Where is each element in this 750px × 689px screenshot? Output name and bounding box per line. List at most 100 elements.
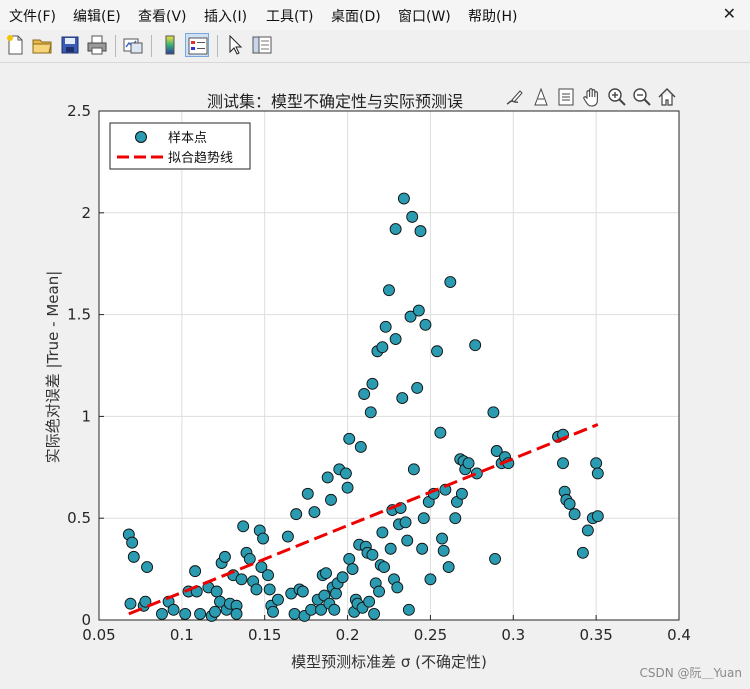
data-point (296, 585, 309, 598)
data-point (250, 583, 263, 596)
data-point (363, 595, 376, 608)
data-point (414, 225, 427, 238)
data-point (288, 607, 301, 620)
data-point (156, 607, 168, 620)
data-point (320, 567, 332, 580)
data-tip-icon[interactable] (530, 86, 552, 108)
data-point (343, 432, 356, 445)
data-point (341, 481, 354, 494)
data-point (396, 392, 409, 405)
home-icon[interactable] (656, 86, 678, 108)
legend-label-trend: 拟合趋势线 (168, 150, 233, 166)
data-point (366, 548, 379, 561)
data-point (568, 508, 581, 521)
data-point (412, 304, 425, 317)
data-point (378, 561, 390, 574)
data-point (455, 487, 468, 500)
data-point (462, 457, 475, 470)
zoom-in-icon[interactable] (606, 86, 628, 108)
data-point (373, 585, 386, 598)
data-point (189, 565, 202, 578)
data-point (305, 603, 318, 616)
data-point (364, 406, 377, 419)
data-point (301, 487, 314, 500)
data-point (179, 607, 192, 620)
y-tick-label: 0 (81, 611, 91, 629)
data-point (263, 583, 276, 596)
data-point (411, 381, 424, 394)
data-point (209, 605, 221, 618)
data-point (124, 597, 137, 610)
data-point (194, 607, 207, 620)
data-point (376, 526, 389, 539)
data-point (383, 284, 395, 297)
data-point (442, 561, 455, 574)
data-point (591, 510, 604, 523)
data-point (391, 581, 404, 594)
data-point (230, 607, 243, 620)
data-point (581, 524, 594, 537)
data-point (210, 585, 223, 598)
data-point (397, 192, 410, 205)
data-point (167, 603, 180, 616)
data-point (416, 542, 429, 555)
data-point (330, 587, 342, 600)
data-point (218, 550, 231, 563)
data-point (419, 318, 432, 331)
data-point (339, 467, 352, 480)
y-tick-label: 1.5 (67, 306, 91, 324)
x-tick-label: 0.3 (501, 626, 525, 644)
y-tick-label: 0.5 (67, 509, 91, 527)
x-tick-label: 0.2 (336, 626, 360, 644)
data-point (376, 341, 389, 354)
zoom-out-icon[interactable] (631, 86, 653, 108)
data-point (487, 406, 500, 419)
data-point (321, 471, 334, 484)
data-point (343, 552, 356, 565)
data-point (141, 561, 154, 574)
data-point (576, 546, 589, 559)
x-tick-label: 0.15 (248, 626, 281, 644)
data-point (127, 550, 140, 563)
data-point (449, 512, 462, 525)
data-point (243, 552, 256, 565)
x-tick-label: 0.1 (170, 626, 194, 644)
export-icon[interactable] (555, 86, 577, 108)
x-tick-label: 0.35 (579, 626, 612, 644)
data-point (489, 552, 502, 565)
data-point (389, 333, 402, 345)
data-point (384, 542, 397, 555)
data-point (237, 520, 250, 533)
data-point (257, 532, 270, 545)
data-point (407, 463, 420, 476)
data-point (325, 493, 337, 506)
data-point (557, 457, 569, 470)
data-point (591, 467, 604, 480)
pan-hand-icon[interactable] (581, 86, 603, 108)
data-point (402, 603, 415, 616)
data-point (346, 563, 359, 576)
data-point (436, 532, 448, 545)
data-point (437, 544, 450, 557)
data-point (399, 516, 412, 529)
data-point (469, 339, 482, 352)
data-point (358, 388, 371, 400)
y-tick-label: 2 (81, 204, 91, 222)
y-tick-label: 2.5 (67, 102, 91, 120)
data-point (235, 573, 248, 586)
data-point (444, 276, 457, 288)
y-axis-label: 实际绝对误差 |True - Mean| (44, 271, 62, 464)
data-point (389, 223, 402, 236)
data-point (336, 571, 349, 584)
brush-icon[interactable] (504, 86, 526, 108)
data-point (328, 603, 341, 616)
data-point (308, 506, 321, 519)
legend: 样本点 拟合趋势线 (109, 122, 251, 170)
x-tick-label: 0.4 (667, 626, 691, 644)
chart-title: 测试集：模型不确定性与实际预测误 (207, 92, 464, 111)
y-tick-label: 1 (81, 407, 91, 425)
data-point (417, 512, 430, 525)
data-point (431, 345, 444, 358)
x-tick-label: 0.25 (414, 626, 447, 644)
data-point (401, 534, 414, 547)
